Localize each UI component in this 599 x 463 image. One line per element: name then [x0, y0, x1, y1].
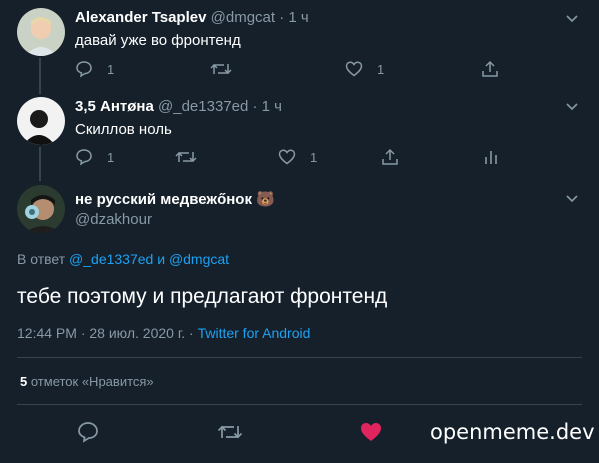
thread-line: [39, 58, 41, 94]
avatar[interactable]: [17, 8, 65, 56]
reply-icon: [76, 61, 92, 78]
share-icon: [382, 148, 398, 165]
tweet-time[interactable]: 1 ч: [262, 98, 282, 115]
divider: [17, 404, 582, 405]
like-button[interactable]: 1: [278, 147, 317, 167]
share-button[interactable]: [481, 59, 499, 79]
likes-summary[interactable]: 5 отметок «Нравится»: [20, 374, 154, 389]
tweet-text: тебе поэтому и предлагают фронтенд: [17, 285, 388, 308]
heart-icon: [278, 149, 296, 165]
retweet-icon: [175, 151, 197, 163]
user-handle[interactable]: @_de1337ed: [158, 98, 248, 115]
reply-count: 1: [107, 149, 115, 165]
retweet-icon: [210, 63, 232, 75]
retweet-button[interactable]: [210, 59, 232, 79]
analytics-button[interactable]: [483, 147, 499, 167]
user-name[interactable]: Alexander Tsaplev: [75, 9, 206, 26]
reply-count: 1: [107, 61, 115, 77]
chevron-down-icon[interactable]: [565, 12, 579, 26]
retweet-button[interactable]: [175, 147, 197, 167]
reply-button[interactable]: 1: [75, 59, 114, 79]
likes-count: 5: [20, 374, 28, 389]
reply-prefix: В ответ: [17, 251, 66, 267]
tweet-time[interactable]: 1 ч: [288, 9, 308, 26]
reply-button[interactable]: 1: [75, 147, 114, 167]
reply-conjunction: и: [157, 251, 166, 267]
reply-context: В ответ @_de1337ed и @dmgcat: [17, 251, 229, 267]
reply-icon: [76, 149, 92, 166]
user-handle[interactable]: @dzakhour: [75, 211, 152, 228]
mention-link[interactable]: @_de1337ed: [69, 251, 153, 267]
avatar[interactable]: [17, 97, 65, 145]
separator-dot: ·: [252, 98, 258, 115]
analytics-icon: [485, 151, 497, 164]
watermark: openmeme.dev: [430, 420, 595, 444]
likes-label: отметок «Нравится»: [30, 374, 154, 389]
avatar[interactable]: [17, 185, 65, 233]
like-count: 1: [377, 61, 385, 77]
thread-line: [39, 147, 41, 181]
share-button[interactable]: [381, 147, 399, 167]
mention-link[interactable]: @dmgcat: [169, 251, 229, 267]
user-name[interactable]: 3,5 Антøна: [75, 98, 154, 115]
chevron-down-icon[interactable]: [565, 100, 579, 114]
timestamp[interactable]: 12:44 PM · 28 июл. 2020 г. ·: [17, 325, 194, 341]
bear-emoji: 🐻: [256, 191, 275, 208]
reply-icon[interactable]: [76, 420, 100, 444]
separator-dot: ·: [279, 9, 285, 26]
heart-icon[interactable]: [359, 420, 383, 444]
tweet-text: давай уже во фронтенд: [75, 32, 241, 49]
user-name[interactable]: не русский медвежőнок: [75, 191, 252, 208]
like-button[interactable]: 1: [345, 59, 384, 79]
retweet-icon[interactable]: [217, 420, 243, 444]
source-link[interactable]: Twitter for Android: [198, 325, 311, 341]
share-icon: [482, 60, 498, 77]
chevron-down-icon[interactable]: [565, 192, 579, 206]
heart-icon: [345, 61, 363, 77]
divider: [17, 357, 582, 358]
user-handle[interactable]: @dmgcat: [211, 9, 275, 26]
tweet-meta: 12:44 PM · 28 июл. 2020 г. · Twitter for…: [17, 325, 310, 341]
tweet-text: Скиллов ноль: [75, 121, 172, 138]
like-count: 1: [310, 149, 318, 165]
